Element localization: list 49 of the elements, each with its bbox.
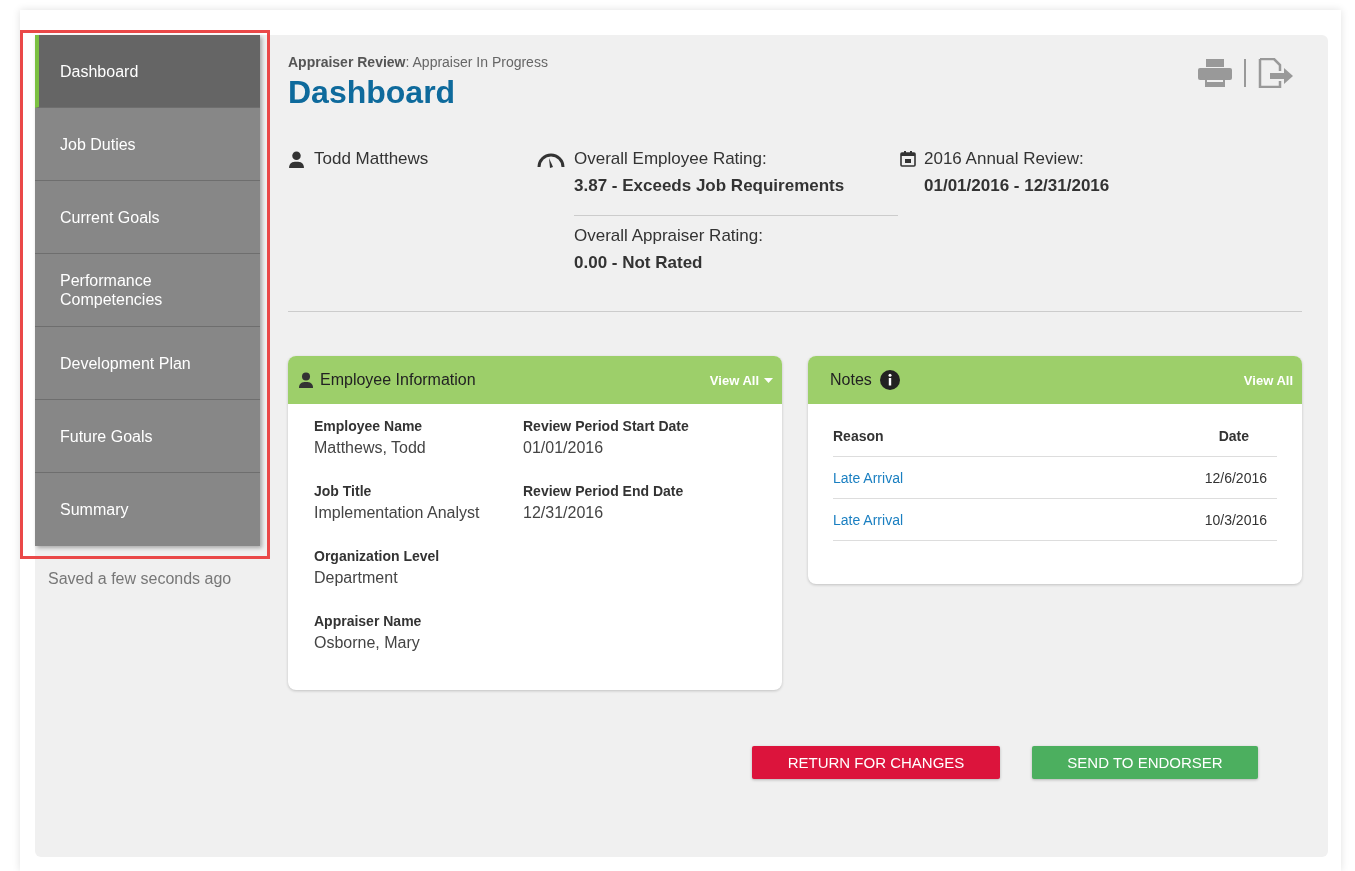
- gauge-icon: [536, 152, 566, 168]
- field-label: Job Title: [314, 483, 373, 499]
- rating-value: 3.87 - Exceeds Job Requirements: [574, 176, 846, 196]
- breadcrumb: Appraiser Review: Appraiser In Progress: [288, 54, 548, 70]
- review-dates: 01/01/2016 - 12/31/2016: [924, 176, 1111, 196]
- field-value: 12/31/2016: [523, 504, 605, 522]
- column-header: Date: [1218, 428, 1250, 444]
- card-title: Employee Information: [320, 371, 476, 389]
- page-title: Dashboard: [288, 74, 457, 111]
- sidebar-item[interactable]: Performance Competencies: [35, 254, 260, 327]
- sidebar-item[interactable]: Current Goals: [35, 181, 260, 254]
- calendar-icon: [900, 151, 916, 167]
- person-icon: [288, 150, 305, 168]
- return-button[interactable]: RETURN FOR CHANGES: [752, 746, 1000, 779]
- review-label: 2016 Annual Review:: [924, 149, 1085, 169]
- save-status: Saved a few seconds ago: [48, 570, 233, 588]
- sidebar-item[interactable]: Job Duties: [35, 108, 260, 181]
- note-reason-link[interactable]: Late Arrival: [833, 469, 904, 486]
- person-icon: [298, 372, 314, 388]
- note-reason-link[interactable]: Late Arrival: [833, 511, 904, 528]
- field-label: Review Period End Date: [523, 483, 685, 499]
- field-value: Matthews, Todd: [314, 439, 427, 457]
- sidebar-item[interactable]: Development Plan: [35, 327, 260, 400]
- sidebar-item[interactable]: Summary: [35, 473, 260, 546]
- sidebar-item[interactable]: Dashboard: [35, 35, 260, 108]
- field-value: 01/01/2016: [523, 439, 605, 457]
- column-header: Reason: [833, 428, 884, 444]
- rating-value: 0.00 - Not Rated: [574, 253, 704, 273]
- sidebar-item[interactable]: Future Goals: [35, 400, 260, 473]
- print-icon[interactable]: [1198, 59, 1232, 87]
- export-icon[interactable]: [1258, 58, 1294, 88]
- field-value: Department: [314, 569, 399, 587]
- field-value: Osborne, Mary: [314, 634, 421, 652]
- table-cell-text: 10/3/2016: [1204, 511, 1268, 528]
- caret-icon: [764, 377, 773, 383]
- card-title: Notes: [830, 371, 872, 389]
- field-label: Appraiser Name: [314, 613, 423, 629]
- rating-label: Overall Appraiser Rating:: [574, 226, 764, 246]
- field-value: Implementation Analyst: [314, 504, 481, 522]
- field-label: Employee Name: [314, 418, 424, 434]
- employee-name: Todd Matthews: [314, 149, 429, 169]
- send-button[interactable]: SEND TO ENDORSER: [1032, 746, 1258, 779]
- view-all-link[interactable]: View All: [1243, 372, 1293, 388]
- info-icon: [879, 370, 900, 390]
- field-label: Organization Level: [314, 548, 441, 564]
- view-all-link[interactable]: View All: [709, 372, 773, 388]
- rating-label: Overall Employee Rating:: [574, 149, 768, 169]
- field-label: Review Period Start Date: [523, 418, 690, 434]
- table-cell-text: 12/6/2016: [1204, 469, 1268, 486]
